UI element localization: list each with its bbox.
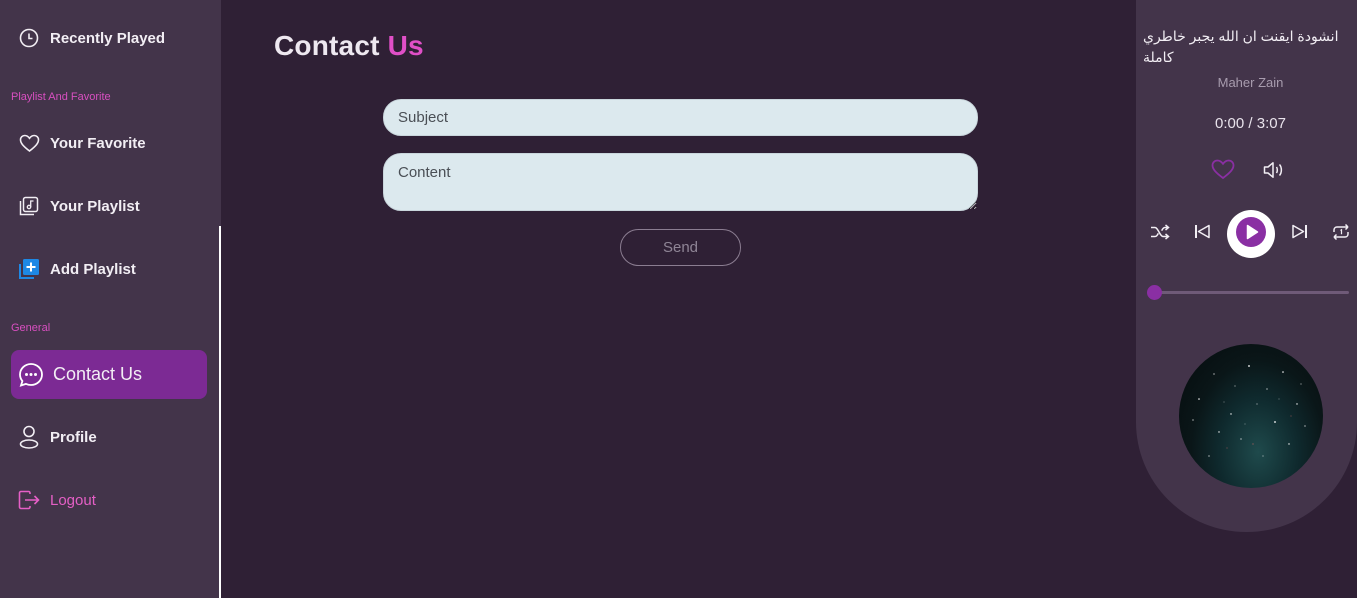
- user-icon: [18, 425, 40, 449]
- progress-thumb[interactable]: [1146, 285, 1162, 300]
- subject-input[interactable]: [383, 99, 978, 136]
- skip-next-icon: [1292, 224, 1308, 244]
- clock-icon: [18, 27, 40, 49]
- logout-icon: [18, 489, 40, 511]
- page-title-accent: Us: [387, 30, 424, 61]
- music-library-icon: [18, 195, 40, 217]
- heart-icon: [1211, 159, 1235, 185]
- play-button[interactable]: [1227, 210, 1275, 258]
- skip-previous-icon: [1194, 224, 1210, 244]
- chat-bubble-icon: [18, 362, 44, 388]
- progress-track[interactable]: [1154, 291, 1349, 294]
- album-cover: [1179, 344, 1323, 488]
- section-label-general: General: [11, 322, 51, 334]
- page-title-part1: Contact: [274, 30, 380, 61]
- sidebar-item-your-playlist[interactable]: Your Playlist: [11, 182, 207, 230]
- page-title: Contact Us: [274, 30, 424, 62]
- sidebar-item-logout[interactable]: Logout: [11, 476, 207, 524]
- volume-button[interactable]: [1262, 161, 1284, 183]
- section-label-playlist: Playlist And Favorite: [11, 91, 111, 103]
- sidebar-item-label: Your Playlist: [50, 197, 140, 215]
- heart-icon: [18, 132, 40, 154]
- shuffle-icon: [1150, 223, 1170, 245]
- previous-button[interactable]: [1191, 223, 1213, 245]
- playback-time: 0:00 / 3:07: [1215, 115, 1286, 132]
- sidebar-item-recently-played[interactable]: Recently Played: [11, 14, 207, 62]
- sidebar-item-profile[interactable]: Profile: [11, 413, 207, 461]
- sidebar-item-label: Logout: [50, 491, 96, 509]
- starfield-image: [1192, 365, 1306, 457]
- artist-name: Maher Zain: [1217, 75, 1284, 90]
- send-button[interactable]: Send: [620, 229, 741, 266]
- sidebar-item-contact-us[interactable]: Contact Us: [11, 350, 207, 399]
- sidebar-item-label: Your Favorite: [50, 134, 146, 152]
- content-textarea[interactable]: [383, 153, 978, 211]
- music-player: انشودة ايقنت ان الله يجبر خاطري كاملة Ma…: [1136, 0, 1357, 532]
- sidebar: Recently Played Playlist And Favorite Yo…: [0, 0, 221, 598]
- next-button[interactable]: [1289, 223, 1311, 245]
- sidebar-item-label: Add Playlist: [50, 260, 136, 278]
- repeat-button[interactable]: [1330, 223, 1352, 245]
- sidebar-item-label: Contact Us: [53, 364, 143, 384]
- sidebar-item-your-favorite[interactable]: Your Favorite: [11, 119, 207, 167]
- sidebar-item-label: Profile: [50, 428, 97, 446]
- sidebar-item-add-playlist[interactable]: Add Playlist: [11, 245, 207, 293]
- shuffle-button[interactable]: [1149, 223, 1171, 245]
- like-button[interactable]: [1210, 159, 1236, 185]
- play-icon: [1235, 216, 1267, 253]
- repeat-icon: [1331, 223, 1351, 246]
- volume-icon: [1263, 161, 1284, 184]
- sidebar-item-label: Recently Played: [50, 29, 166, 47]
- sidebar-divider: [219, 226, 221, 598]
- add-playlist-icon: [18, 258, 40, 280]
- song-title: انشودة ايقنت ان الله يجبر خاطري كاملة: [1143, 28, 1339, 65]
